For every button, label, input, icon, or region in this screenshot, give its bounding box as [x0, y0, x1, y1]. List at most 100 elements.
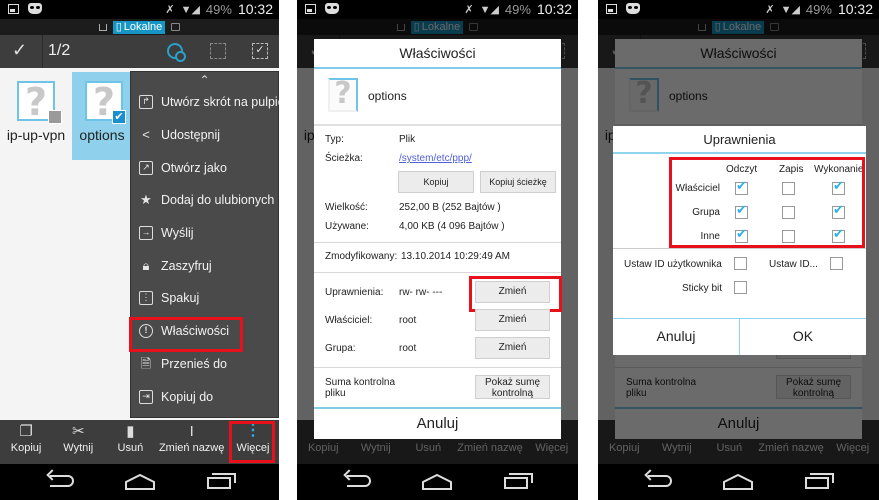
- dialog-title: Właściwości: [615, 39, 862, 69]
- menu-item-compress[interactable]: ⋮ Spakuj: [131, 282, 278, 315]
- recent-apps-icon[interactable]: [805, 473, 834, 489]
- menu-item-encrypt[interactable]: 🔒︎ Zaszyfruj: [131, 249, 278, 282]
- menu-item-copy-to[interactable]: ⇥ Kopiuj do: [131, 380, 278, 413]
- dialog-title: Właściwości: [314, 39, 561, 69]
- navigation-bar: [598, 464, 879, 500]
- change-permissions-button[interactable]: Zmień: [475, 281, 550, 303]
- dialog-file-header: options: [615, 69, 862, 126]
- menu-item-create-shortcut[interactable]: ↱ Utwórz skrót na pulpicie: [131, 86, 279, 119]
- highlight-box: [669, 157, 865, 248]
- selection-checkbox[interactable]: [48, 110, 62, 124]
- menu-item-add-favorite[interactable]: ★ Dodaj do ulubionych: [131, 184, 278, 217]
- menu-item-label: Wyślij: [161, 226, 194, 241]
- home-nav-icon[interactable]: [723, 473, 753, 490]
- permissions-row: Uprawnienia: rw- rw- --- Zmień: [314, 276, 562, 312]
- modified-row: Zmodyfikowany: 13.10.2014 10:29:49 AM: [314, 247, 561, 266]
- path-row: Ścieżka: /system/etc/ppp/: [314, 149, 561, 168]
- storage-location-chip[interactable]: ▯ Lokalne: [112, 20, 166, 34]
- mute-icon: ✗: [165, 3, 175, 16]
- change-group-button[interactable]: Zmień: [475, 337, 550, 359]
- group-label: Grupa:: [325, 343, 356, 354]
- used-value: 4,00 KB (4 096 Bajtów ): [399, 221, 505, 232]
- trash-icon: ▮: [126, 423, 135, 440]
- scroll-up-caret-icon[interactable]: ⌃: [131, 72, 278, 87]
- cut-button[interactable]: ✂ Wytnij: [52, 420, 104, 464]
- group-value: root: [399, 343, 417, 354]
- type-label: Typ:: [325, 134, 344, 145]
- permissions-value: rw- rw- ---: [399, 287, 443, 298]
- menu-item-send[interactable]: → Wyślij: [131, 217, 278, 250]
- location-bar: ▯ Lokalne: [0, 19, 279, 35]
- select-all-icon[interactable]: ✓: [252, 43, 268, 59]
- recent-apps-icon[interactable]: [504, 473, 533, 489]
- rename-label: Zmień nazwę: [158, 442, 225, 454]
- delete-button[interactable]: ▮ Usuń: [104, 420, 156, 464]
- screen-permissions: ✗ ▼◢ 49% 10:32 ▯ Lokalne ✓ 1/2 ✓ ip-up-v…: [598, 0, 879, 500]
- back-icon[interactable]: [50, 475, 74, 487]
- select-range-icon[interactable]: [210, 43, 226, 59]
- sd-card-icon[interactable]: [171, 23, 181, 31]
- menu-item-label: Utwórz skrót na pulpicie: [161, 95, 279, 110]
- cancel-button[interactable]: Anuluj: [613, 319, 739, 355]
- copy-button[interactable]: ❐ Kopiuj: [0, 420, 52, 464]
- wifi-signal-icon: ▼◢: [780, 3, 800, 16]
- delete-label: Usuń: [117, 442, 144, 454]
- back-icon[interactable]: [648, 475, 672, 487]
- modified-section: Zmodyfikowany: 13.10.2014 10:29:49 AM: [314, 243, 561, 273]
- dialog-file-name: options: [669, 89, 708, 103]
- action-bar-divider: [42, 35, 43, 68]
- menu-item-open-as[interactable]: ↗ Otwórz jako: [131, 151, 278, 184]
- ok-button[interactable]: OK: [739, 319, 866, 355]
- home-icon[interactable]: [98, 23, 107, 31]
- copy-path-button[interactable]: Kopiuj ścieżkę: [480, 171, 556, 193]
- recent-apps-icon[interactable]: [207, 473, 236, 489]
- navigation-bar: [297, 464, 578, 500]
- owner-row: Właściciel: root Zmień: [314, 306, 561, 334]
- checksum-label: Suma kontrolna pliku: [626, 377, 697, 399]
- path-link[interactable]: /system/etc/ppp/: [399, 153, 472, 164]
- selection-checkbox-checked[interactable]: ✔: [112, 110, 126, 124]
- file-item[interactable]: ip-up-vpn: [4, 72, 68, 160]
- setgid-label: Ustaw ID...: [769, 259, 818, 270]
- sticky-checkbox[interactable]: [734, 281, 747, 294]
- context-menu: ⌃ ↱ Utwórz skrót na pulpicie < Udostępni…: [129, 71, 279, 418]
- clock: 10:32: [536, 1, 572, 17]
- home-nav-icon[interactable]: [422, 473, 452, 490]
- permissions-dialog: Uprawnienia Odczyt Zapis Wykonanie Właśc…: [613, 126, 866, 355]
- checksum-row: Suma kontrolna pliku Pokaż sumę kontroln…: [314, 368, 561, 407]
- menu-item-label: Spakuj: [161, 291, 200, 306]
- used-label: Używane:: [325, 221, 369, 232]
- more-button[interactable]: ⋮ Więcej: [227, 420, 279, 464]
- owner-label: Właściciel:: [325, 315, 373, 326]
- back-icon[interactable]: [347, 475, 371, 487]
- modified-label: Zmodyfikowany:: [325, 251, 398, 262]
- show-checksum-button[interactable]: Pokaż sumę kontrolną: [776, 375, 851, 399]
- change-owner-button[interactable]: Zmień: [475, 309, 550, 331]
- unknown-file-icon: [629, 76, 659, 112]
- cancel-button[interactable]: Anuluj: [615, 407, 862, 440]
- setuid-checkbox[interactable]: [734, 257, 747, 270]
- bottom-toolbar: ❐ Kopiuj ✂ Wytnij ▮ Usuń I Zmień nazwę ⋮…: [0, 420, 279, 464]
- star-icon: ★: [140, 192, 152, 208]
- menu-item-move-to[interactable]: 🗎︎ Przenieś do: [131, 348, 278, 381]
- menu-item-share[interactable]: < Udostępnij: [131, 119, 278, 152]
- cancel-button[interactable]: Anuluj: [314, 407, 561, 440]
- done-check-icon[interactable]: ✓: [12, 40, 27, 61]
- copy-name-button[interactable]: Kopiuj: [398, 171, 474, 193]
- sticky-label: Sticky bit: [682, 283, 723, 294]
- menu-item-properties[interactable]: ! Właściwości: [129, 315, 278, 352]
- home-nav-icon[interactable]: [125, 473, 155, 490]
- network-search-icon[interactable]: [167, 43, 186, 62]
- cyanogenmod-notification-icon: [626, 3, 640, 14]
- selection-count: 1/2: [48, 42, 71, 59]
- menu-item-label: Dodaj do ulubionych: [161, 193, 275, 208]
- status-bar: ✗ ▼◢ 49% 10:32: [598, 0, 879, 19]
- mute-icon: ✗: [765, 3, 775, 16]
- file-item-selected[interactable]: ✔ options: [72, 72, 132, 160]
- dialog-file-name: options: [368, 89, 407, 103]
- setgid-checkbox[interactable]: [830, 257, 843, 270]
- show-checksum-button[interactable]: Pokaż sumę kontrolną: [475, 375, 550, 399]
- copy-icon: ❐: [19, 423, 33, 440]
- path-label: Ścieżka:: [325, 153, 363, 164]
- rename-button[interactable]: I Zmień nazwę: [156, 420, 226, 464]
